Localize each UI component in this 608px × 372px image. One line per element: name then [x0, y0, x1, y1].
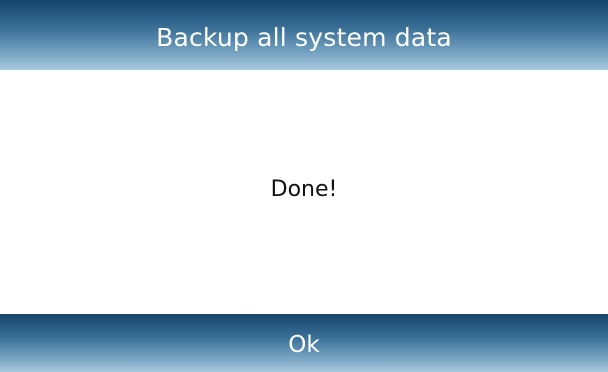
- title-bar: Backup all system data: [0, 0, 608, 70]
- dialog-title: Backup all system data: [156, 22, 452, 52]
- backup-dialog: Backup all system data Done! Ok: [0, 0, 608, 372]
- ok-button[interactable]: Ok: [0, 314, 608, 372]
- dialog-content: Done!: [0, 70, 608, 314]
- ok-button-label: Ok: [288, 332, 320, 358]
- status-message: Done!: [270, 176, 338, 202]
